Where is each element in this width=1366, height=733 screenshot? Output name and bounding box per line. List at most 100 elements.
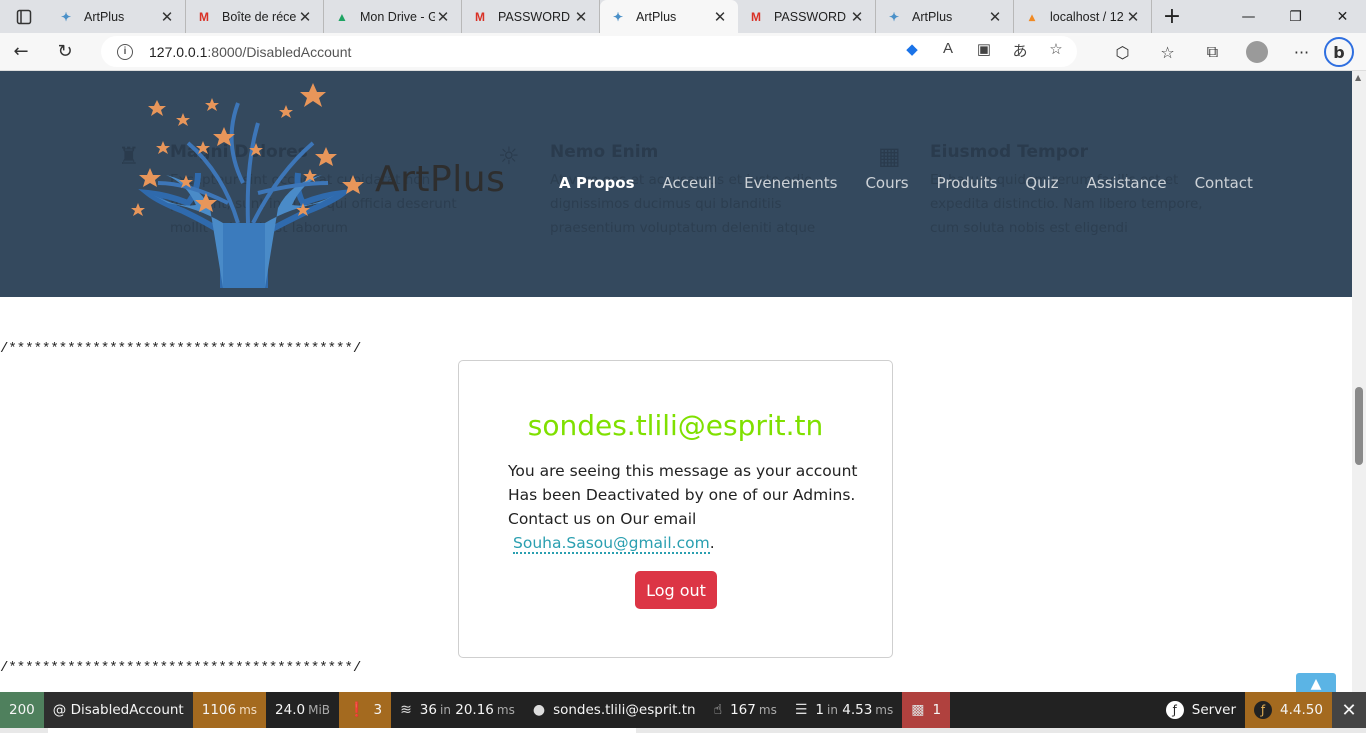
hide-toolbar-button[interactable]: ✕ <box>1332 692 1366 728</box>
close-tab-icon[interactable]: ✕ <box>987 8 1003 26</box>
user-email: sondes.tlili@esprit.tn <box>527 409 824 442</box>
status-code[interactable]: 200 <box>0 692 44 728</box>
ajax-time: 167 <box>730 702 756 718</box>
tab-title: Mon Drive - G <box>360 9 435 24</box>
back-to-top-button[interactable]: ▲ <box>1296 673 1336 692</box>
server-panel[interactable]: ƒ Server <box>1157 692 1245 728</box>
close-tab-icon[interactable]: ✕ <box>573 8 589 26</box>
extensions-icon[interactable]: ⬡ <box>1100 43 1145 62</box>
errors-panel[interactable]: ❗ 3 <box>339 692 392 728</box>
time-value: 1106 <box>201 702 237 718</box>
close-tab-icon[interactable]: ✕ <box>1125 8 1141 26</box>
favorites-icon[interactable]: ☆ <box>1145 43 1190 62</box>
symfony-debug-toolbar: 200 @ DisabledAccount 1106 ms 24.0 MiB ❗ 3 … <box>0 692 1366 728</box>
add-favorite-icon[interactable]: ☆ <box>1045 40 1067 61</box>
twig-panel[interactable]: ≋ 36 in 20.16 ms <box>391 692 524 728</box>
minimize-icon[interactable]: — <box>1225 0 1272 33</box>
database-panel[interactable]: ☰ 1 in 4.53 ms <box>786 692 902 728</box>
tab-title: ArtPlus <box>912 9 953 24</box>
tab-title: ArtPlus <box>636 9 677 24</box>
tab-actions-button[interactable] <box>0 0 48 33</box>
calendar-icon: ▦ <box>878 142 901 170</box>
browser-tab[interactable]: ▲ Mon Drive - G ✕ <box>324 0 462 33</box>
main-nav: A Propos Acceuil Evenements Cours Produi… <box>545 174 1267 192</box>
more-menu-icon[interactable]: ··· <box>1279 43 1324 62</box>
phpmyadmin-favicon-icon: ▴ <box>1028 9 1036 24</box>
browser-tab[interactable]: M PASSWORD R✕ <box>462 0 600 33</box>
nav-contact[interactable]: Contact <box>1181 174 1267 192</box>
nav-cours[interactable]: Cours <box>851 174 922 192</box>
twig-in: in <box>439 703 451 717</box>
nav-assistance[interactable]: Assistance <box>1073 174 1181 192</box>
tab-title: PASSWORD R <box>774 9 849 24</box>
scrollbar-thumb[interactable] <box>1355 387 1363 465</box>
nav-produits[interactable]: Produits <box>923 174 1012 192</box>
collections-icon[interactable]: ⧉ <box>1190 42 1235 62</box>
immersive-reader-icon[interactable]: ▣ <box>973 40 995 61</box>
maximize-icon[interactable]: ❐ <box>1272 0 1319 33</box>
site-info-icon[interactable]: i <box>117 43 133 60</box>
security-panel[interactable]: ▩ 1 <box>902 692 951 728</box>
bottom-strip-block <box>48 728 636 733</box>
close-tab-icon[interactable]: ✕ <box>849 8 865 26</box>
close-window-icon[interactable]: ✕ <box>1319 0 1366 33</box>
browser-tab[interactable]: M Boîte de récep ✕ <box>186 0 324 33</box>
errors-count: 3 <box>373 702 383 718</box>
translate-icon[interactable]: あ <box>1009 40 1031 61</box>
artplus-favicon-icon: ✦ <box>612 9 624 24</box>
route-name[interactable]: @ DisabledAccount <box>43 692 193 728</box>
warning-icon: ❗ <box>348 702 366 718</box>
user-value: sondes.tlili@esprit.tn <box>553 702 696 718</box>
back-button[interactable]: ← <box>0 33 42 71</box>
symfony-version-icon: ƒ <box>1254 701 1273 719</box>
logout-button[interactable]: Log out <box>635 571 717 609</box>
request-time[interactable]: 1106 ms <box>192 692 267 728</box>
scroll-up-arrow-icon[interactable]: ▲ <box>1355 73 1361 82</box>
close-tab-icon[interactable]: ✕ <box>297 8 313 26</box>
user-panel[interactable]: ● sondes.tlili@esprit.tn <box>524 692 705 728</box>
pointer-icon: ☝ <box>713 702 723 718</box>
new-tab-button[interactable]: + <box>1152 4 1192 29</box>
logo-text[interactable]: ArtPlus <box>375 159 505 200</box>
browser-tab[interactable]: ✦ ArtPlus ✕ <box>48 0 186 33</box>
tag-icon[interactable]: ◆ <box>901 40 923 61</box>
close-tab-icon[interactable]: ✕ <box>712 8 728 26</box>
url-path: :8000/DisabledAccount <box>207 43 352 60</box>
read-aloud-icon[interactable]: A <box>937 40 959 61</box>
bing-chat-icon[interactable]: b <box>1324 37 1354 67</box>
close-tab-icon[interactable]: ✕ <box>159 8 175 26</box>
deactivation-message: You are seeing this message as your acco… <box>508 459 858 555</box>
reload-button[interactable]: ↻ <box>44 33 86 71</box>
browser-tab[interactable]: ▴ localhost / 12 ✕ <box>1014 0 1152 33</box>
memory-unit: MiB <box>308 703 331 717</box>
ajax-unit: ms <box>758 703 777 717</box>
close-icon: ✕ <box>1341 699 1357 721</box>
address-bar[interactable]: i 127.0.0.1:8000/DisabledAccount ◆ A ▣ あ… <box>101 36 1077 67</box>
twig-count: 36 <box>419 702 437 718</box>
nav-a-propos[interactable]: A Propos <box>545 174 649 192</box>
profile-avatar[interactable] <box>1246 41 1268 63</box>
security-grid-icon: ▩ <box>911 702 925 718</box>
nav-quiz[interactable]: Quiz <box>1011 174 1072 192</box>
nav-acceuil[interactable]: Acceuil <box>649 174 731 192</box>
symfony-version: 4.4.50 <box>1280 702 1323 718</box>
database-icon: ☰ <box>794 702 808 718</box>
tab-title: Boîte de récep <box>222 9 297 24</box>
message-period: . <box>709 534 715 552</box>
browser-tab-active[interactable]: ✦ ArtPlus ✕ <box>600 0 738 33</box>
page-content: ♜ Magni Dolores Excepteur sint occaecat … <box>0 71 1352 692</box>
nav-evenements[interactable]: Evenements <box>730 174 851 192</box>
disabled-account-card: sondes.tlili@esprit.tn You are seeing th… <box>458 360 893 658</box>
close-tab-icon[interactable]: ✕ <box>435 8 451 26</box>
memory-usage[interactable]: 24.0 MiB <box>266 692 339 728</box>
contact-email-link[interactable]: Souha.Sasou@gmail.com <box>513 534 710 554</box>
browser-tab[interactable]: ✦ ArtPlus ✕ <box>876 0 1014 33</box>
layers-icon: ≋ <box>400 702 412 718</box>
separator-bottom: /***************************************… <box>0 660 362 676</box>
page-scrollbar[interactable]: ▲ <box>1352 71 1366 692</box>
url-host: 127.0.0.1 <box>149 43 208 60</box>
feature-title: Nemo Enim <box>550 142 659 162</box>
ajax-panel[interactable]: ☝ 167 ms <box>705 692 786 728</box>
symfony-version-panel[interactable]: ƒ 4.4.50 <box>1245 692 1332 728</box>
browser-tab[interactable]: M PASSWORD R✕ <box>738 0 876 33</box>
